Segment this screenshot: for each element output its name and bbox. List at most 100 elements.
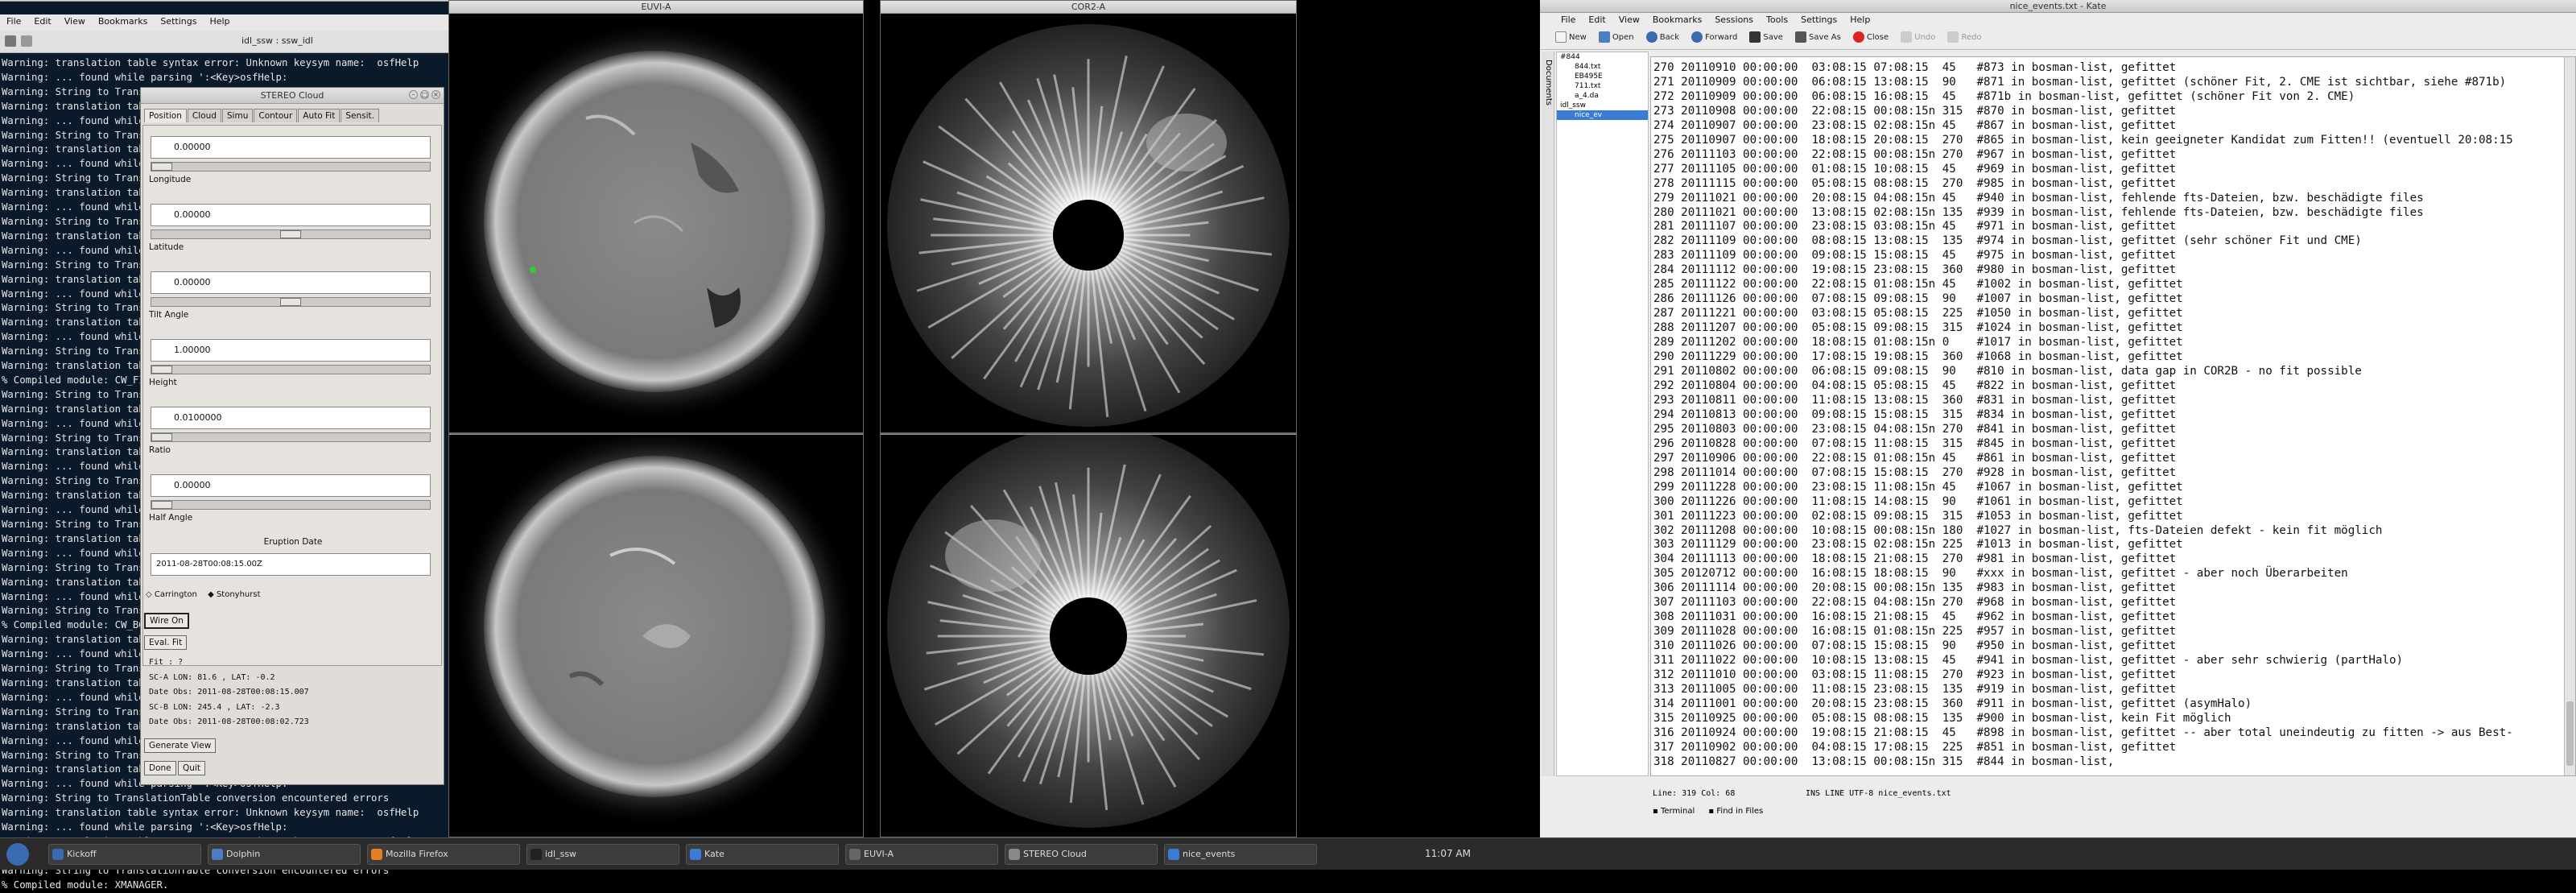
generate-view-button[interactable]: Generate View: [144, 738, 217, 753]
kate-menu-sessions[interactable]: Sessions: [1708, 13, 1760, 27]
terminal-menu-help[interactable]: Help: [203, 14, 236, 29]
taskbar-task[interactable]: idl_ssw: [526, 844, 679, 865]
kate-menu-view[interactable]: View: [1612, 13, 1646, 27]
tab-sensit[interactable]: Sensit.: [341, 109, 379, 122]
euvi-a-window[interactable]: EUVI-A: [448, 0, 864, 433]
text-line: 304 20111113 00:00:00 18:08:15 21:08:15 …: [1653, 552, 2177, 566]
eval-fit-button[interactable]: Eval. Fit: [144, 635, 188, 650]
terminal-tab-label[interactable]: idl_ssw : ssw_idl: [242, 35, 313, 46]
param-slider[interactable]: [151, 432, 431, 442]
slider-knob[interactable]: [151, 501, 172, 509]
euvi-a-titlebar[interactable]: EUVI-A: [449, 1, 863, 14]
terminal-menu-bookmarks[interactable]: Bookmarks: [92, 14, 154, 29]
param-field[interactable]: 0.0100000: [151, 407, 431, 429]
taskbar-task[interactable]: Mozilla Firefox: [367, 844, 520, 865]
task-label: nice_events: [1183, 849, 1236, 859]
back-button[interactable]: Back: [1642, 28, 1683, 48]
cor2-b-window[interactable]: COR2-B: [880, 433, 1297, 837]
terminal-toolview-tab[interactable]: ▪ Terminal: [1653, 807, 1695, 816]
param-field[interactable]: 1.00000: [151, 339, 431, 362]
tree-item[interactable]: #844: [1557, 52, 1648, 62]
tab-contour[interactable]: Contour: [254, 109, 298, 122]
taskbar-task[interactable]: EUVI-A: [845, 844, 998, 865]
undo-button[interactable]: Undo: [1897, 28, 1939, 48]
forward-button[interactable]: Forward: [1687, 28, 1741, 48]
cor2-a-titlebar[interactable]: COR2-A: [881, 1, 1296, 14]
tree-item[interactable]: 844.txt: [1557, 62, 1648, 72]
kate-editor[interactable]: 270 20110910 00:00:00 03:08:15 07:08:15 …: [1650, 56, 2576, 776]
close-button[interactable]: Close: [1849, 28, 1893, 48]
new-button[interactable]: New: [1551, 28, 1591, 48]
wire-on-button[interactable]: Wire On: [144, 613, 189, 629]
new-tab-icon[interactable]: [5, 35, 16, 47]
slider-knob[interactable]: [280, 298, 301, 306]
kate-titlebar[interactable]: nice_events.txt - Kate: [1540, 0, 2576, 13]
tab-cloud[interactable]: Cloud: [187, 109, 221, 122]
find-in-files-tab[interactable]: ▪ Find in Files: [1708, 807, 1763, 816]
eruption-date-field[interactable]: 2011-08-28T00:08:15.00Z: [151, 553, 431, 576]
tab-simu[interactable]: Simu: [221, 109, 254, 122]
close-icon[interactable]: ×: [431, 90, 440, 99]
param-field[interactable]: 0.00000: [151, 271, 431, 294]
kickoff-launcher-icon[interactable]: [6, 843, 29, 866]
save-button[interactable]: Save: [1745, 28, 1787, 48]
tab-position[interactable]: Position: [144, 109, 187, 122]
tree-item[interactable]: 711.txt: [1557, 81, 1648, 91]
euvi-b-window[interactable]: EUVI-B: [448, 433, 864, 837]
param-slider[interactable]: [151, 500, 431, 510]
stereo-cloud-titlebar[interactable]: STEREO Cloud – □ ×: [141, 88, 444, 104]
tree-item[interactable]: EB495E: [1557, 72, 1648, 81]
taskbar-task[interactable]: nice_events: [1164, 844, 1317, 865]
param-slider[interactable]: [151, 162, 431, 172]
tree-item[interactable]: nice_ev: [1557, 110, 1648, 120]
param-field[interactable]: 0.00000: [151, 204, 431, 226]
kate-window[interactable]: nice_events.txt - Kate File Edit View Bookm…: [1540, 0, 2576, 837]
stonyhurst-radio[interactable]: ◆ Stonyhurst: [208, 590, 260, 599]
done-button[interactable]: Done: [144, 761, 176, 775]
slider-knob[interactable]: [151, 433, 172, 441]
param-field[interactable]: 0.00000: [151, 474, 431, 497]
close-tab-icon[interactable]: [21, 35, 32, 47]
param-slider[interactable]: [151, 229, 431, 239]
documents-side-tab[interactable]: Documents: [1544, 60, 1553, 105]
kate-text[interactable]: 270 20110910 00:00:00 03:08:15 07:08:15 …: [1651, 61, 2513, 770]
open-button[interactable]: Open: [1595, 28, 1638, 48]
scrollbar-thumb[interactable]: [2566, 701, 2574, 766]
terminal-menu-file[interactable]: File: [0, 14, 27, 29]
param-slider[interactable]: [151, 365, 431, 374]
maximize-icon[interactable]: □: [420, 90, 429, 99]
terminal-menu-edit[interactable]: Edit: [27, 14, 57, 29]
kate-menu-help[interactable]: Help: [1843, 13, 1876, 27]
clock[interactable]: 11:07 AM: [1425, 848, 1471, 859]
kate-menu-tools[interactable]: Tools: [1760, 13, 1794, 27]
tab-auto-fit[interactable]: Auto Fit: [298, 109, 341, 122]
param-slider[interactable]: [151, 297, 431, 307]
vertical-scrollbar[interactable]: [2564, 57, 2575, 775]
quit-button[interactable]: Quit: [178, 761, 205, 775]
tree-item[interactable]: idl_ssw: [1557, 101, 1648, 110]
slider-knob[interactable]: [151, 366, 172, 374]
param-field[interactable]: 0.00000: [151, 136, 431, 159]
tree-item[interactable]: a_4.da: [1557, 91, 1648, 101]
stereo-cloud-dialog[interactable]: STEREO Cloud – □ × Position Cloud Simu Cont…: [140, 87, 444, 785]
save-as-button[interactable]: Save As: [1791, 28, 1845, 48]
carrington-radio[interactable]: ◇ Carrington: [146, 590, 197, 599]
taskbar-task[interactable]: STEREO Cloud: [1005, 844, 1158, 865]
text-line: 318 20110827 00:00:00 13:08:15 00:08:15n…: [1653, 755, 2115, 768]
slider-knob[interactable]: [151, 163, 172, 171]
kate-document-tree[interactable]: #844 844.txt EB495E 711.txt a_4.da idl_ssw nic…: [1556, 52, 1649, 776]
kate-menu-settings[interactable]: Settings: [1794, 13, 1843, 27]
text-line: 277 20111105 00:00:00 01:08:15 10:08:15 …: [1653, 162, 2177, 176]
kate-menu-file[interactable]: File: [1554, 13, 1582, 27]
redo-button[interactable]: Redo: [1943, 28, 1985, 48]
minimize-icon[interactable]: –: [409, 90, 418, 99]
terminal-menu-view[interactable]: View: [58, 14, 92, 29]
taskbar-task[interactable]: Kate: [686, 844, 839, 865]
taskbar-task[interactable]: Kickoff: [48, 844, 201, 865]
cor2-a-window[interactable]: COR2-A: [880, 0, 1297, 433]
slider-knob[interactable]: [280, 230, 301, 238]
kate-menu-bookmarks[interactable]: Bookmarks: [1646, 13, 1708, 27]
terminal-menu-settings[interactable]: Settings: [154, 14, 203, 29]
taskbar-task[interactable]: Dolphin: [208, 844, 361, 865]
kate-menu-edit[interactable]: Edit: [1582, 13, 1612, 27]
